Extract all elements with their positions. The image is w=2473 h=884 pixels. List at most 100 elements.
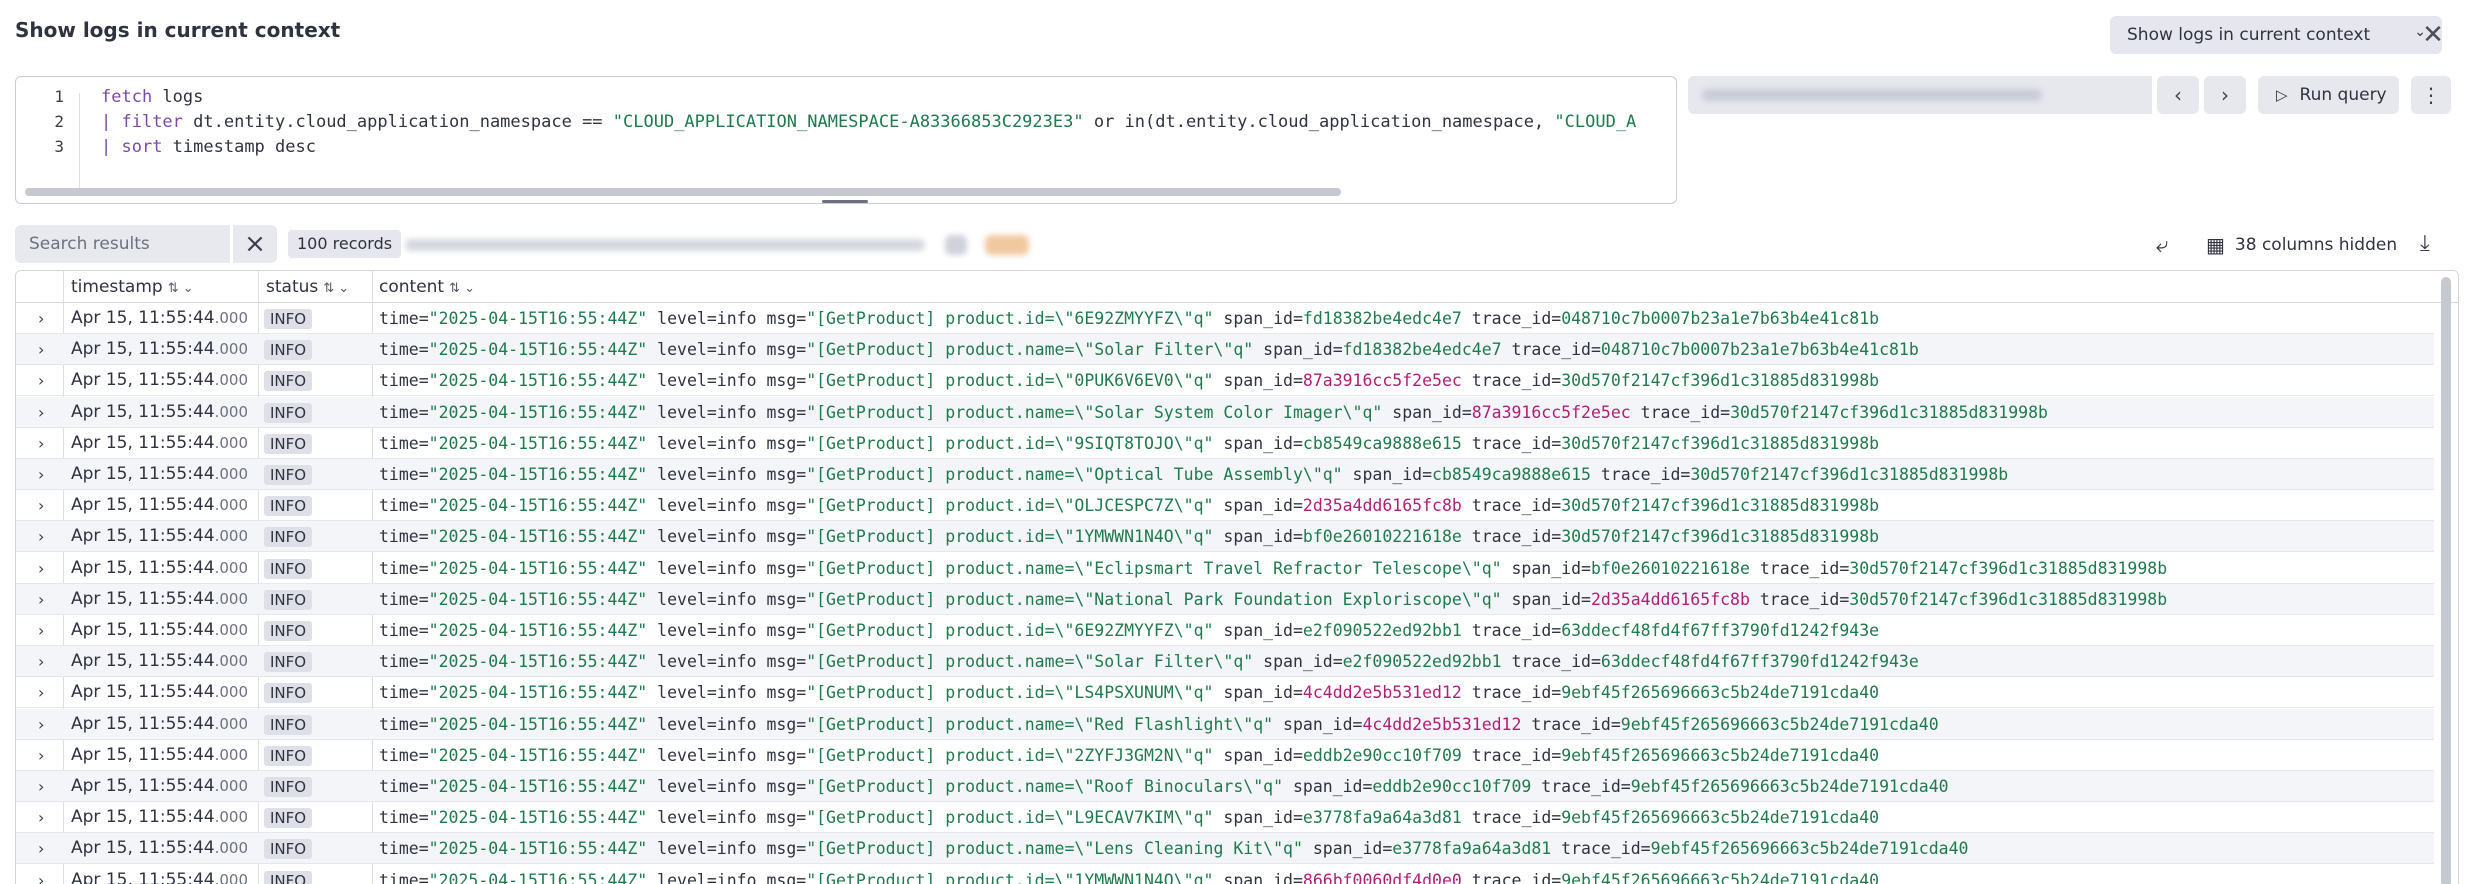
query-editor[interactable]: 1 2 3 fetch logs | filter dt.entity.clou… (15, 76, 1677, 204)
download-icon[interactable]: ⤓ (2420, 231, 2430, 256)
status-badge: INFO (264, 340, 313, 361)
timestamp-cell: Apr 15, 11:55:44.000 (71, 709, 248, 740)
next-timeframe-button[interactable]: › (2204, 76, 2246, 114)
timestamp-ms: .000 (214, 527, 249, 546)
table-row[interactable]: › Apr 15, 11:55:44.000 INFO time="2025-04-1… (16, 334, 2434, 366)
expand-row-icon[interactable]: › (38, 584, 44, 615)
previous-timeframe-button[interactable]: ‹ (2157, 76, 2199, 114)
status-badge: INFO (264, 558, 313, 579)
content-cell: time="2025-04-15T16:55:44Z" level=info m… (379, 808, 1880, 828)
column-header-timestamp[interactable]: timestamp ⇅ ⌄ (71, 271, 194, 303)
code-pipe: | (101, 137, 122, 157)
level-value: info (716, 340, 757, 360)
content-cell: time="2025-04-15T16:55:44Z" level=info m… (379, 309, 1880, 328)
table-row[interactable]: › Apr 15, 11:55:44.000 INFO time="2025-04-1… (16, 521, 2434, 553)
expand-row-icon[interactable]: › (38, 365, 44, 396)
expand-row-icon[interactable]: › (38, 334, 44, 365)
table-row[interactable]: › Apr 15, 11:55:44.000 INFO time="2025-04-1… (16, 459, 2434, 490)
table-row[interactable]: › Apr 15, 11:55:44.000 INFO time="2025-04-1… (16, 553, 2434, 584)
trace-id-value: 30d570f2147cf396d1c31885d831998b (1690, 465, 2009, 484)
time-value: "2025-04-15T16:55:44Z" (428, 527, 648, 547)
table-row[interactable]: › Apr 15, 11:55:44.000 INFO time="2025-04-1… (16, 646, 2434, 678)
status-badge: INFO (264, 589, 313, 610)
expand-row-icon[interactable]: › (38, 615, 44, 646)
table-row[interactable]: › Apr 15, 11:55:44.000 INFO time="2025-04-1… (16, 833, 2434, 865)
table-row[interactable]: › Apr 15, 11:55:44.000 INFO time="2025-04-1… (16, 740, 2434, 771)
timestamp-ms: .000 (214, 808, 249, 827)
column-header-content[interactable]: content ⇅ ⌄ (379, 271, 475, 303)
wrap-lines-icon[interactable]: ⤶ (2156, 233, 2168, 258)
table-row[interactable]: › Apr 15, 11:55:44.000 INFO time="2025-04-1… (16, 802, 2434, 834)
status-badge: INFO (264, 839, 313, 860)
timestamp-value: Apr 15, 11:55:44 (71, 588, 215, 609)
run-query-label: Run query (2299, 85, 2387, 105)
code-string: "CLOUD_A (1554, 112, 1637, 132)
resize-handle[interactable] (822, 200, 868, 203)
span-id-value: e2f090522ed92bb1 (1302, 621, 1462, 640)
expand-row-icon[interactable]: › (38, 709, 44, 740)
msg-value: "[GetProduct] product.id=\"1YMWWN1N4O\"q… (806, 527, 1214, 547)
timestamp-cell: Apr 15, 11:55:44.000 (71, 615, 248, 646)
run-query-button[interactable]: ▷ Run query (2258, 76, 2399, 114)
msg-value: "[GetProduct] product.name=\"Roof Binocu… (806, 777, 1284, 796)
expand-row-icon[interactable]: › (38, 428, 44, 459)
table-row[interactable]: › Apr 15, 11:55:44.000 INFO time="2025-04-1… (16, 490, 2434, 522)
close-icon[interactable]: ✕ (2418, 20, 2448, 50)
timestamp-value: Apr 15, 11:55:44 (71, 495, 215, 516)
column-label: status (266, 277, 319, 297)
msg-value: "[GetProduct] product.name=\"Eclipsmart … (806, 558, 1502, 578)
status-badge: INFO (264, 433, 313, 454)
table-row[interactable]: › Apr 15, 11:55:44.000 INFO time="2025-04-1… (16, 303, 2434, 334)
expand-row-icon[interactable]: › (38, 303, 44, 334)
expand-row-icon[interactable]: › (38, 397, 44, 428)
expand-row-icon[interactable]: › (38, 771, 44, 802)
timeframe-selector[interactable] (1688, 76, 2152, 114)
content-cell: time="2025-04-15T16:55:44Z" level=info m… (379, 402, 2048, 422)
table-row[interactable]: › Apr 15, 11:55:44.000 INFO time="2025-04-1… (16, 677, 2434, 709)
table-row[interactable]: › Apr 15, 11:55:44.000 INFO time="2025-04-1… (16, 615, 2434, 646)
status-badge: INFO (264, 745, 313, 766)
timestamp-cell: Apr 15, 11:55:44.000 (71, 865, 248, 884)
code-string: "CLOUD_APPLICATION_NAMESPACE-A83366853C2… (612, 112, 1084, 132)
span-id-value: e3778fa9a64a3d81 (1392, 839, 1552, 859)
table-row[interactable]: › Apr 15, 11:55:44.000 INFO time="2025-04-1… (16, 865, 2434, 884)
clear-search-icon[interactable]: × (233, 225, 277, 263)
more-options-button[interactable]: ⋮ (2411, 76, 2451, 114)
column-label: content (379, 277, 445, 297)
search-results-input[interactable]: Search results (15, 225, 230, 263)
status-badge: INFO (264, 652, 313, 673)
expand-row-icon[interactable]: › (38, 677, 44, 708)
table-row[interactable]: › Apr 15, 11:55:44.000 INFO time="2025-04-1… (16, 396, 2434, 428)
table-row[interactable]: › Apr 15, 11:55:44.000 INFO time="2025-04-1… (16, 583, 2434, 615)
context-dropdown-button[interactable]: Show logs in current context ⌄ (2110, 16, 2442, 54)
content-cell: time="2025-04-15T16:55:44Z" level=info m… (379, 589, 2168, 609)
column-header-status[interactable]: status ⇅ ⌄ (266, 271, 349, 303)
timestamp-ms: .000 (214, 621, 249, 639)
line-number: 2 (54, 112, 64, 131)
time-value: "2025-04-15T16:55:44Z" (428, 371, 648, 391)
expand-row-icon[interactable]: › (38, 646, 44, 677)
timestamp-cell: Apr 15, 11:55:44.000 (71, 365, 248, 396)
table-row[interactable]: › Apr 15, 11:55:44.000 INFO time="2025-04-1… (16, 365, 2434, 397)
table-vertical-scrollbar[interactable] (2441, 277, 2451, 884)
status-badge: INFO (264, 777, 313, 797)
table-row[interactable]: › Apr 15, 11:55:44.000 INFO time="2025-04-1… (16, 708, 2434, 740)
table-row[interactable]: › Apr 15, 11:55:44.000 INFO time="2025-04-1… (16, 428, 2434, 459)
editor-horizontal-scrollbar[interactable] (25, 188, 1341, 196)
columns-hidden-button[interactable]: ▦ 38 columns hidden (2206, 233, 2397, 257)
status-badge: INFO (264, 621, 313, 641)
expand-row-icon[interactable]: › (38, 521, 44, 552)
sort-icon: ⇅ ⌄ (167, 281, 194, 296)
code-keyword: filter (121, 112, 183, 132)
expand-row-icon[interactable]: › (38, 459, 44, 490)
expand-row-icon[interactable]: › (38, 553, 44, 584)
expand-row-icon[interactable]: › (38, 740, 44, 771)
table-row[interactable]: › Apr 15, 11:55:44.000 INFO time="2025-04-1… (16, 771, 2434, 802)
expand-row-icon[interactable]: › (38, 833, 44, 864)
expand-row-icon[interactable]: › (38, 802, 44, 833)
code-keyword: sort (121, 137, 163, 157)
expand-row-icon[interactable]: › (38, 490, 44, 521)
metadata-icon-redacted (945, 235, 967, 255)
timestamp-ms: .000 (214, 465, 249, 483)
expand-row-icon[interactable]: › (38, 865, 44, 884)
